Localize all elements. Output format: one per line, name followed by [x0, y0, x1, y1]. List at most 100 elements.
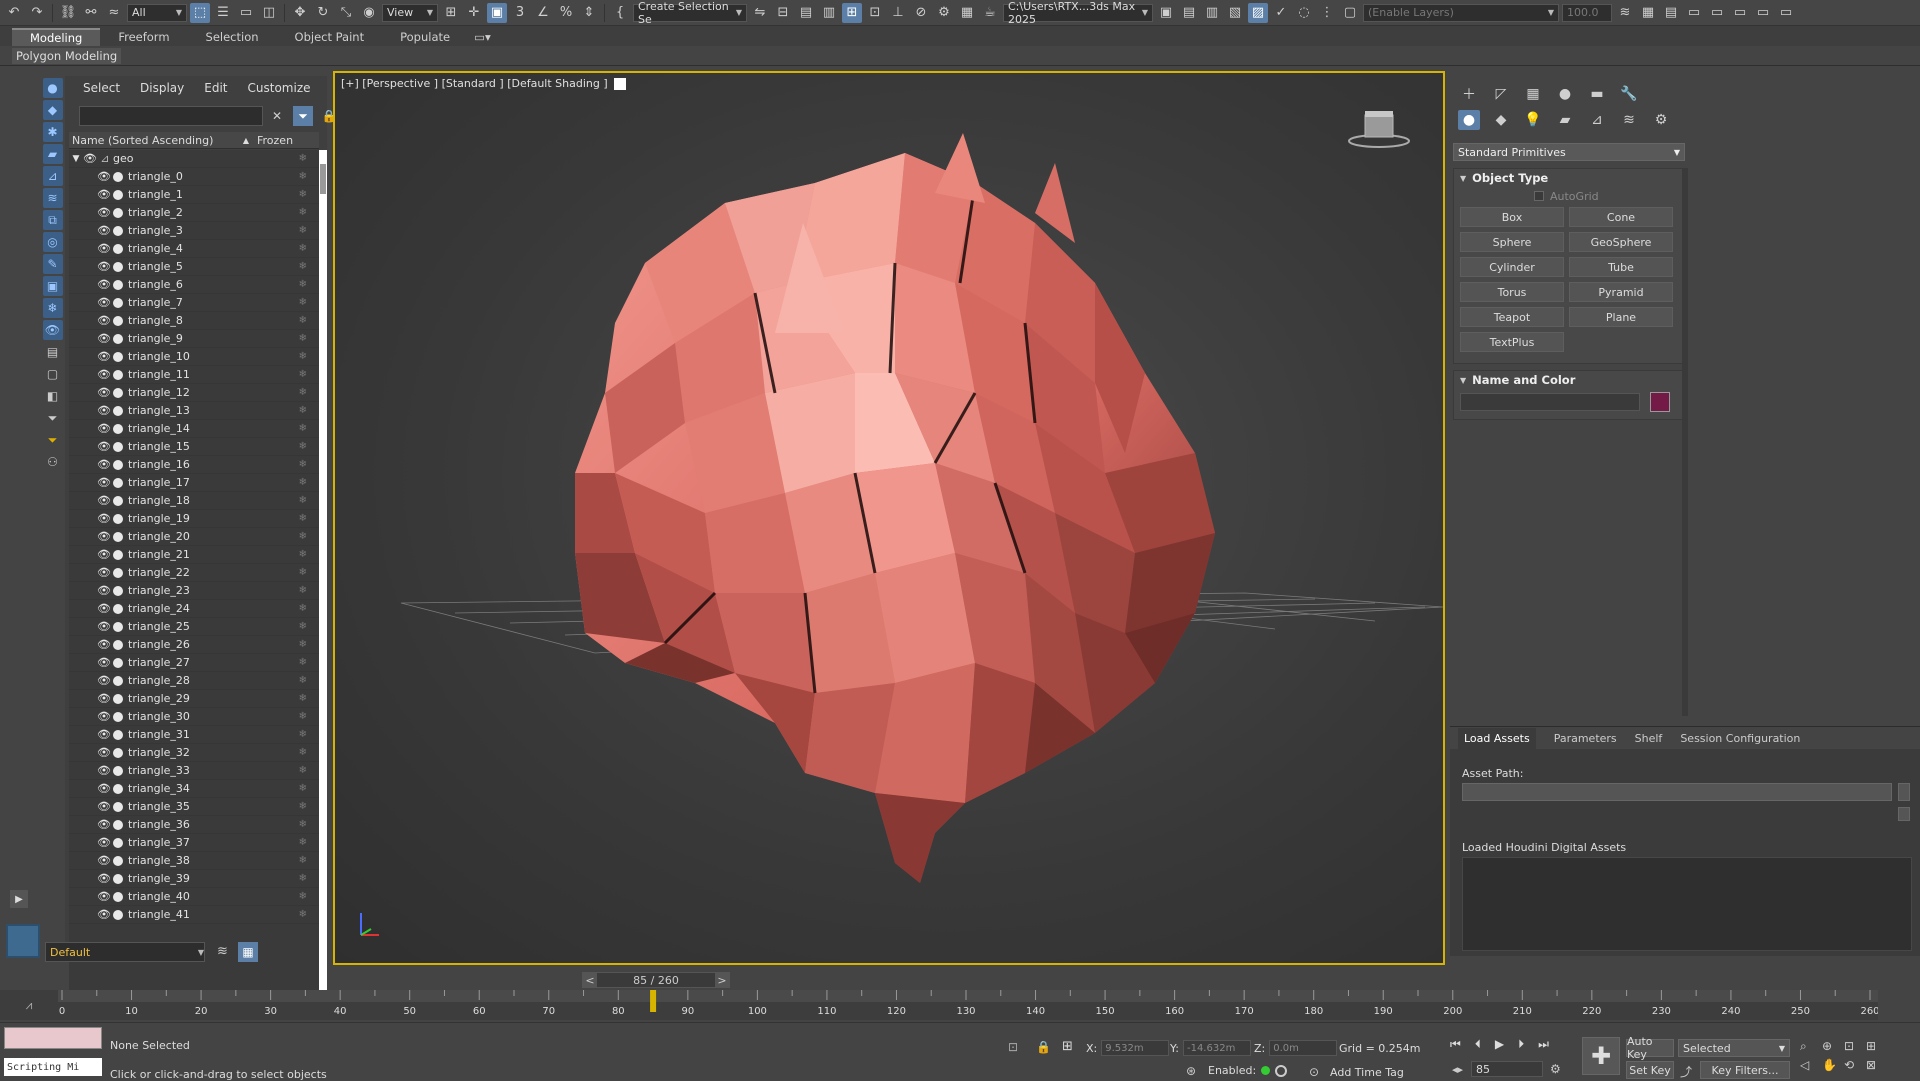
- list-item[interactable]: 👁 triangle_16 ❄: [69, 456, 319, 474]
- list-item[interactable]: 👁 triangle_32 ❄: [69, 744, 319, 762]
- list-item[interactable]: 👁 triangle_41 ❄: [69, 906, 319, 924]
- eye-icon[interactable]: 👁: [97, 692, 111, 705]
- systems-category-icon[interactable]: ⚙: [1650, 110, 1672, 130]
- eye-icon[interactable]: 👁: [97, 782, 111, 795]
- eye-icon[interactable]: 👁: [97, 800, 111, 813]
- list-item[interactable]: 👁 triangle_12 ❄: [69, 384, 319, 402]
- isolate-selection-icon[interactable]: ⊡: [1008, 1040, 1018, 1054]
- panel-a-icon[interactable]: ▭: [1684, 3, 1704, 23]
- filter-toggle-icon[interactable]: ⏷: [293, 106, 313, 126]
- expand-toggle-icon[interactable]: ▶: [10, 890, 28, 908]
- eye-icon[interactable]: 👁: [97, 674, 111, 687]
- help-icon[interactable]: ◌: [1294, 3, 1314, 23]
- eye-icon[interactable]: 👁: [97, 836, 111, 849]
- viewport-layout-icon[interactable]: ▤: [1661, 3, 1681, 23]
- list-item[interactable]: 👁 triangle_27 ❄: [69, 654, 319, 672]
- freeze-icon[interactable]: ❄: [299, 819, 307, 830]
- spinner-snap-icon[interactable]: ⇕: [579, 3, 599, 23]
- eye-icon[interactable]: 👁: [97, 548, 111, 561]
- eye-icon[interactable]: 👁: [97, 332, 111, 345]
- freeze-icon[interactable]: ❄: [299, 801, 307, 812]
- motion-tab-icon[interactable]: ●: [1554, 84, 1576, 104]
- eye-icon[interactable]: 👁: [97, 368, 111, 381]
- eye-icon[interactable]: 👁: [97, 746, 111, 759]
- maxscript-mini-input[interactable]: Scripting Mi: [4, 1058, 102, 1076]
- eye-icon[interactable]: 👁: [97, 584, 111, 597]
- spacewarps-filter-icon[interactable]: ≋: [42, 188, 63, 208]
- list-item[interactable]: 👁 triangle_28 ❄: [69, 672, 319, 690]
- primitive-button[interactable]: Plane: [1569, 307, 1673, 327]
- current-frame-marker[interactable]: [650, 990, 657, 1012]
- viewcube-icon[interactable]: [1345, 107, 1413, 151]
- previous-frame-icon[interactable]: ⏴: [1475, 1037, 1481, 1052]
- primitive-button[interactable]: Teapot: [1460, 307, 1564, 327]
- list-item[interactable]: 👁 triangle_39 ❄: [69, 870, 319, 888]
- freeze-icon[interactable]: ❄: [299, 837, 307, 848]
- hierarchy-tab-icon[interactable]: ▦: [1522, 84, 1544, 104]
- viewport-preview-thumbnail[interactable]: [6, 924, 40, 958]
- cameras-filter-icon[interactable]: ▰: [42, 144, 63, 164]
- eye-icon[interactable]: 👁: [97, 638, 111, 651]
- invert-display-icon[interactable]: ◧: [43, 386, 63, 406]
- freeze-icon[interactable]: ❄: [299, 909, 307, 920]
- align-icon[interactable]: ⊟: [773, 3, 793, 23]
- eye-icon[interactable]: 👁: [97, 278, 111, 291]
- freeze-icon[interactable]: ❄: [299, 351, 307, 362]
- freeze-icon[interactable]: ❄: [299, 693, 307, 704]
- xrefs-filter-icon[interactable]: ◎: [42, 232, 63, 252]
- scrollbar-thumb[interactable]: [320, 164, 326, 194]
- sync-icon[interactable]: ✓: [1271, 3, 1291, 23]
- undo-icon[interactable]: ↶: [4, 3, 24, 23]
- freeze-icon[interactable]: ❄: [299, 873, 307, 884]
- expand-arrow-icon[interactable]: ▼: [69, 154, 83, 164]
- freeze-icon[interactable]: ❄: [299, 171, 307, 182]
- render-setup-icon[interactable]: ⚙: [934, 3, 954, 23]
- layer-dropdown[interactable]: Default ▼: [45, 942, 205, 962]
- time-config-icon[interactable]: ⚙: [1550, 1062, 1561, 1076]
- render-icon[interactable]: ☕: [980, 3, 1000, 23]
- freeze-icon[interactable]: ❄: [299, 567, 307, 578]
- helpers-category-icon[interactable]: ⊿: [1586, 110, 1608, 130]
- list-item[interactable]: 👁 triangle_0 ❄: [69, 168, 319, 186]
- list-item[interactable]: 👁 triangle_37 ❄: [69, 834, 319, 852]
- display-all-icon[interactable]: ▤: [43, 342, 63, 362]
- value-spinner[interactable]: 100.0: [1562, 3, 1612, 22]
- freeze-icon[interactable]: ❄: [299, 441, 307, 452]
- panel-d-icon[interactable]: ▭: [1753, 3, 1773, 23]
- link-icon[interactable]: ⛓: [58, 3, 78, 23]
- layer-lock-icon[interactable]: ▢: [1340, 3, 1360, 23]
- pan-icon[interactable]: ✋: [1822, 1058, 1844, 1072]
- project-folder-icon[interactable]: ▣: [1156, 3, 1176, 23]
- display-tab-icon[interactable]: ▬: [1586, 84, 1608, 104]
- list-item[interactable]: 👁 triangle_5 ❄: [69, 258, 319, 276]
- hidden-filter-icon[interactable]: 👁: [42, 320, 63, 340]
- eye-icon[interactable]: 👁: [97, 314, 111, 327]
- freeze-icon[interactable]: ❄: [299, 279, 307, 290]
- material-editor-icon[interactable]: ⊘: [911, 3, 931, 23]
- eye-icon[interactable]: 👁: [97, 530, 111, 543]
- freeze-icon[interactable]: ❄: [299, 387, 307, 398]
- ribbon-options-icon[interactable]: ▭▾: [468, 28, 497, 46]
- freeze-icon[interactable]: ❄: [299, 657, 307, 668]
- primitive-button[interactable]: GeoSphere: [1569, 232, 1673, 252]
- eye-icon[interactable]: 👁: [97, 386, 111, 399]
- list-item[interactable]: 👁 triangle_26 ❄: [69, 636, 319, 654]
- list-item[interactable]: 👁 triangle_6 ❄: [69, 276, 319, 294]
- timeline-track[interactable]: [58, 990, 1878, 1002]
- menu-display[interactable]: Display: [140, 81, 184, 95]
- bind-spacewarp-icon[interactable]: ≈: [104, 3, 124, 23]
- list-item-root[interactable]: ▼ 👁 ⊿ geo ❄: [69, 150, 319, 168]
- selection-lock-icon[interactable]: 🔒: [1036, 1040, 1051, 1054]
- timeline-trackbar[interactable]: 0 10 20 30 40 50 60 70 80 90 100 110 120 130 140 150 160…: [58, 990, 1880, 1020]
- list-item[interactable]: 👁 triangle_21 ❄: [69, 546, 319, 564]
- eye-icon[interactable]: 👁: [97, 260, 111, 273]
- name-color-header[interactable]: ▼ Name and Color: [1454, 371, 1684, 389]
- geometry-filter-icon[interactable]: ●: [42, 78, 63, 98]
- snap-3d-icon[interactable]: 3: [510, 3, 530, 23]
- fov-icon[interactable]: ◁: [1800, 1058, 1822, 1072]
- eye-icon[interactable]: 👁: [97, 170, 111, 183]
- list-item[interactable]: 👁 triangle_36 ❄: [69, 816, 319, 834]
- project-path-dropdown[interactable]: C:\Users\RTX...3ds Max 2025 ▼: [1003, 0, 1153, 26]
- list-item[interactable]: 👁 triangle_10 ❄: [69, 348, 319, 366]
- primitive-type-dropdown[interactable]: Standard Primitives ▼: [1453, 143, 1685, 161]
